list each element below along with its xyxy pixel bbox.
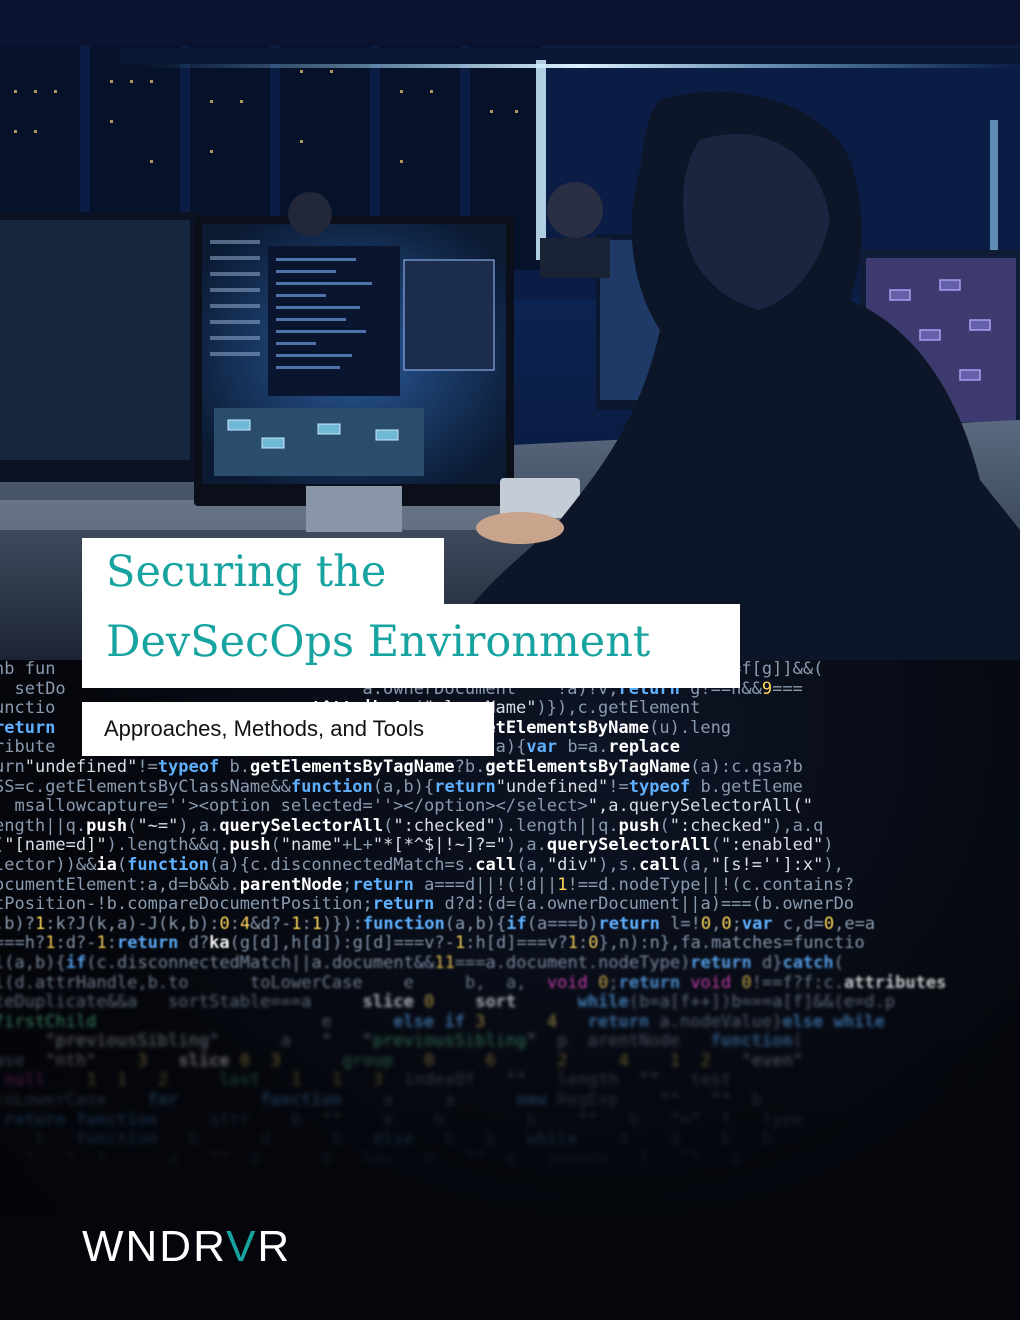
- code-line: teDuplicate&&a sortStable===a slice 0 so…: [0, 993, 896, 1013]
- title-line-2: DevSecOps Environment: [82, 604, 740, 688]
- code-line: toLowerCase for function a a new RegExp …: [0, 1091, 762, 1111]
- code-line: ength||q.push("~="),a.querySelectorAll("…: [0, 816, 824, 836]
- logo-accent: V: [226, 1222, 258, 1271]
- code-line: null 1 1 2 lost 1 1 3 indexOf "" length …: [4, 1071, 732, 1091]
- logo-pre: WNDR: [82, 1222, 227, 1271]
- title-line-1: Securing the: [82, 538, 444, 606]
- code-line: l(d.attrHandle,b.to toLowerCase e b, a, …: [0, 973, 947, 993]
- subtitle: Approaches, Methods, and Tools: [82, 702, 494, 756]
- code-background: nb fun (q-0){ while(g--)c[e=f[g]]&&( set…: [0, 660, 1020, 1320]
- code-line: urn"undefined"!=typeof b.getElementsByTa…: [0, 757, 803, 777]
- code-line: "previousSibling" a " "previousSibling" …: [45, 1032, 803, 1052]
- code-line: return function attr b "" e b b "" b "="…: [4, 1110, 803, 1130]
- code-line: l(a,b){if(c.disconnectedMatch||a.documen…: [0, 953, 844, 973]
- logo-post: R: [257, 1222, 292, 1271]
- code-line: SS=c.getElementsByClassName&&function(a,…: [0, 777, 803, 797]
- code-line: ,b)?1:k?J(k,a)-J(k,b):0:4&d?-1:1)}):func…: [0, 914, 876, 934]
- code-line: ("[name=d]").length&&q.push("name"+L+"*[…: [0, 836, 834, 856]
- code-line: ocumentElement:a,d=b&&b.parentNode;retur…: [0, 875, 855, 895]
- code-line: tPosition-!b.compareDocumentPosition;ret…: [0, 895, 855, 915]
- wndrvr-logo: WNDRVR: [82, 1222, 291, 1272]
- code-line: ===h?1:d?-1:return d?ka(g[d],h[d]):g[d]=…: [0, 934, 865, 954]
- code-line: firstChild e else if 3 4 return a.nodeVa…: [0, 1012, 885, 1032]
- code-line: lector))&&ia(function(a){c.disconnectedM…: [0, 855, 844, 875]
- code-line: ase "nth" 3 slice 0 3 group 0 6 2 4 1 2 …: [0, 1051, 803, 1071]
- code-line: b function b d b else b b while d d b b: [34, 1130, 773, 1150]
- code-line: " " f a "" b b has b "" e pseudo f "" b: [24, 1149, 742, 1169]
- code-line: msallowcapture=''><option selected=''></…: [14, 797, 813, 817]
